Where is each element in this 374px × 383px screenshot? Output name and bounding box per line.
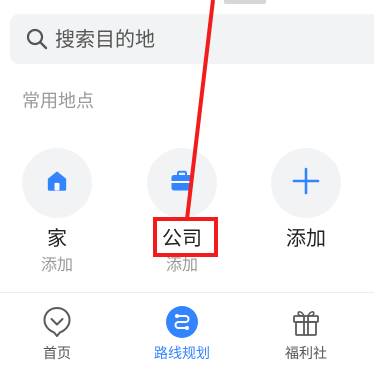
briefcase-icon <box>170 170 194 196</box>
place-add[interactable]: 添加 <box>251 148 361 278</box>
search-bar[interactable] <box>10 14 374 64</box>
nav-label: 首页 <box>43 346 71 362</box>
nav-item-home[interactable]: 首页 <box>2 300 112 370</box>
gift-icon <box>290 306 322 338</box>
nav-item-route-plan[interactable]: 路线规划 <box>127 300 237 370</box>
place-home[interactable]: 家 添加 <box>2 148 112 278</box>
place-add-button[interactable] <box>271 148 341 218</box>
nav-label: 路线规划 <box>154 346 210 362</box>
plus-icon <box>291 166 321 200</box>
nav-item-welfare[interactable]: 福利社 <box>251 300 361 370</box>
home-icon <box>46 170 68 196</box>
top-partial-element <box>224 0 266 4</box>
search-icon <box>25 27 49 51</box>
place-label: 添加 <box>286 226 326 250</box>
place-sub-label: 添加 <box>40 255 73 274</box>
route-plan-icon <box>166 306 198 338</box>
search-input[interactable] <box>55 14 355 64</box>
place-sub-label: 添加 <box>165 255 198 274</box>
place-company[interactable]: 公司 添加 <box>127 148 237 278</box>
place-home-button[interactable] <box>22 148 92 218</box>
place-label: 公司 <box>162 226 202 250</box>
section-title-common-places: 常用地点 <box>22 91 94 112</box>
place-company-button[interactable] <box>147 148 217 218</box>
nav-label: 福利社 <box>285 346 327 362</box>
place-label: 家 <box>47 226 67 250</box>
bottom-nav-divider <box>0 292 374 293</box>
home-nav-icon <box>41 306 73 338</box>
